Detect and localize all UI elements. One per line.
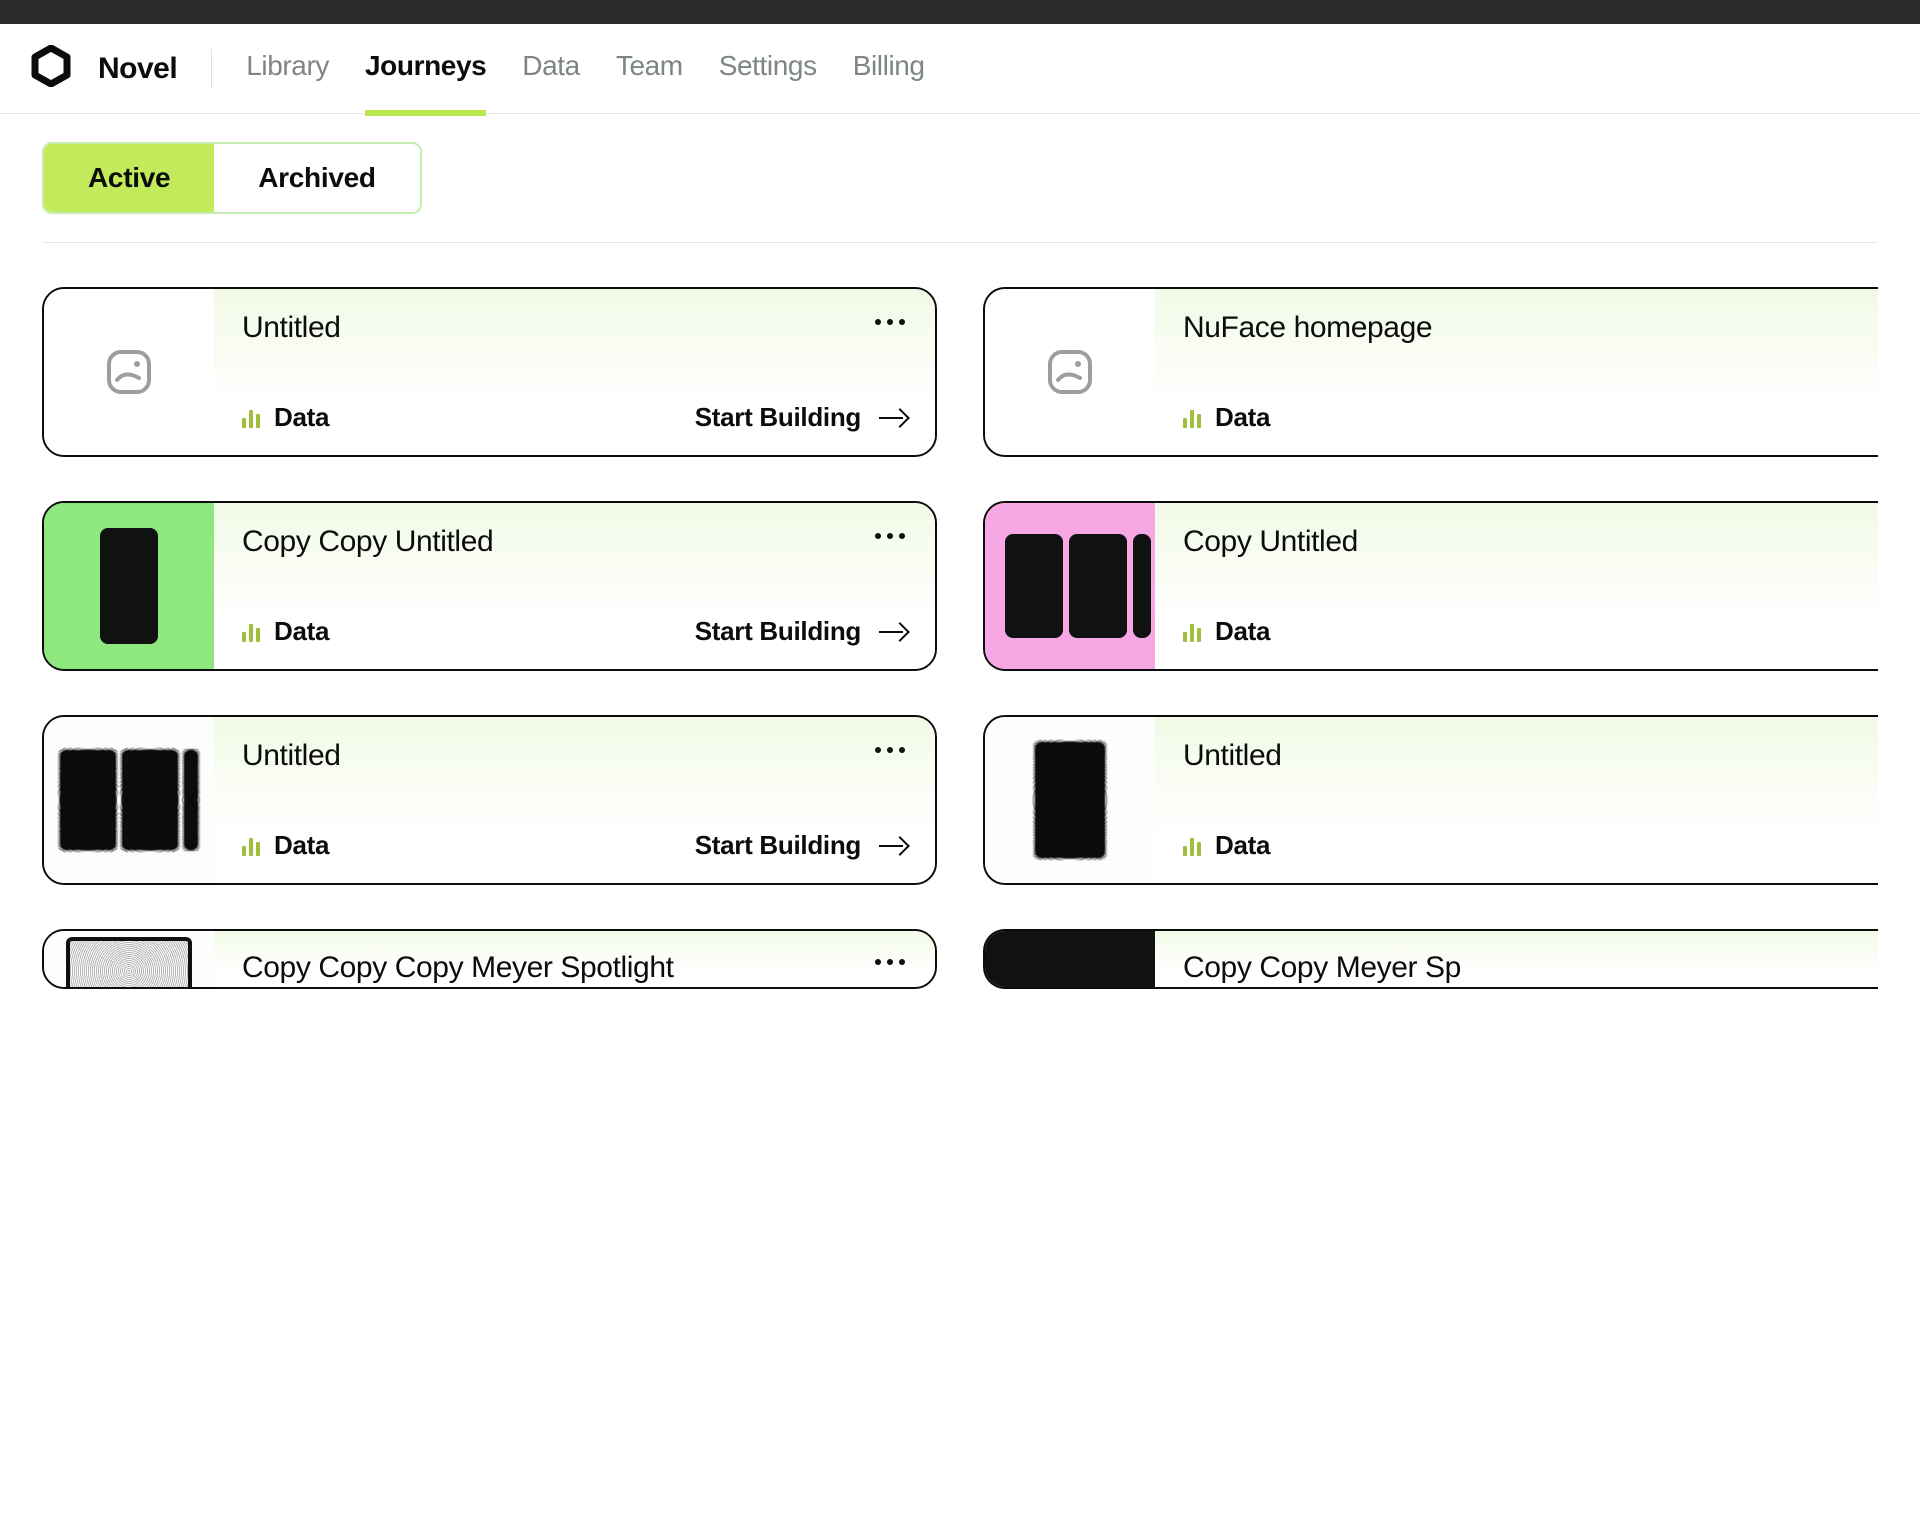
data-label: Data (1215, 402, 1270, 433)
data-label: Data (274, 830, 329, 861)
journey-title: Untitled (242, 311, 341, 345)
data-label: Data (1215, 616, 1270, 647)
nav-journeys[interactable]: Journeys (365, 50, 486, 88)
bars-icon (242, 408, 260, 428)
start-building-button[interactable]: Start Building (695, 830, 907, 861)
journey-thumbnail (985, 717, 1155, 883)
data-link[interactable]: Data (242, 830, 329, 861)
more-menu-button[interactable] (873, 739, 907, 761)
brand-block[interactable]: Novel (30, 45, 177, 92)
thumbnail-shape (1065, 937, 1087, 987)
journey-card[interactable]: Copy Copy Meyer Sp (983, 929, 1878, 989)
arrow-right-icon (879, 408, 907, 428)
journey-body: Copy Copy Untitled Data Start Building (214, 503, 935, 669)
more-menu-button[interactable] (873, 525, 907, 547)
journey-card[interactable]: Untitled Data Start Building (42, 287, 937, 457)
journey-card[interactable]: NuFace homepage Data Start Building (983, 287, 1878, 457)
thumbnail-shape (60, 750, 198, 850)
journey-body: Untitled Data Start Building (214, 289, 935, 455)
thumbnail-shape (1035, 742, 1105, 858)
tab-archived[interactable]: Archived (214, 144, 419, 212)
nav-library[interactable]: Library (246, 50, 329, 88)
data-link[interactable]: Data (1183, 830, 1270, 861)
journey-title: Copy Copy Meyer Sp (1183, 951, 1461, 985)
placeholder-icon (105, 348, 153, 396)
data-label: Data (274, 616, 329, 647)
bars-icon (1183, 622, 1201, 642)
journey-body: Untitled Data Start Building (1155, 717, 1878, 883)
data-link[interactable]: Data (1183, 616, 1270, 647)
journey-title: NuFace homepage (1183, 311, 1432, 345)
section-divider (42, 242, 1878, 243)
page-content: Active Archived Untitled Data (0, 114, 1920, 989)
journey-card[interactable]: Copy Copy Untitled Data Start Building (42, 501, 937, 671)
nav-settings[interactable]: Settings (719, 50, 817, 88)
more-menu-button[interactable] (873, 951, 907, 973)
journey-state-tabs: Active Archived (42, 142, 422, 214)
journey-body: Untitled Data Start Building (214, 717, 935, 883)
nav-separator (211, 49, 212, 89)
journey-body: Copy Copy Meyer Sp (1155, 931, 1878, 987)
start-building-label: Start Building (695, 616, 861, 647)
bars-icon (242, 622, 260, 642)
data-link[interactable]: Data (1183, 402, 1270, 433)
brand-name: Novel (98, 52, 177, 86)
data-link[interactable]: Data (242, 402, 329, 433)
bars-icon (1183, 836, 1201, 856)
journey-thumbnail (44, 503, 214, 669)
arrow-right-icon (879, 836, 907, 856)
journey-title: Copy Untitled (1183, 525, 1358, 559)
nav-links: Library Journeys Data Team Settings Bill… (246, 50, 924, 88)
start-building-button[interactable]: Start Building (695, 402, 907, 433)
journey-grid: Untitled Data Start Building (42, 287, 1878, 989)
journey-thumbnail (985, 503, 1155, 669)
nav-billing[interactable]: Billing (853, 50, 925, 88)
data-label: Data (274, 402, 329, 433)
journey-title: Untitled (1183, 739, 1282, 773)
journey-body: NuFace homepage Data Start Building (1155, 289, 1878, 455)
journey-card[interactable]: Copy Untitled Data Start Building (983, 501, 1878, 671)
nav-team[interactable]: Team (616, 50, 683, 88)
top-navigation: Novel Library Journeys Data Team Setting… (0, 24, 1920, 114)
bars-icon (242, 836, 260, 856)
journey-title: Copy Copy Untitled (242, 525, 493, 559)
nav-data[interactable]: Data (522, 50, 580, 88)
start-building-label: Start Building (695, 402, 861, 433)
logo-icon (30, 45, 72, 92)
thumbnail-shape (66, 937, 192, 987)
arrow-right-icon (879, 622, 907, 642)
start-building-label: Start Building (695, 830, 861, 861)
journey-title: Untitled (242, 739, 341, 773)
journey-body: Copy Untitled Data Start Building (1155, 503, 1878, 669)
data-link[interactable]: Data (242, 616, 329, 647)
thumbnail-shape (1005, 534, 1151, 638)
bars-icon (1183, 408, 1201, 428)
journey-card[interactable]: Untitled Data Start Building (983, 715, 1878, 885)
journey-thumbnail (44, 931, 214, 987)
journey-card[interactable]: Untitled Data Start Building (42, 715, 937, 885)
thumbnail-shape (100, 528, 158, 644)
journey-thumbnail (44, 289, 214, 455)
journey-body: Copy Copy Copy Meyer Spotlight (214, 931, 935, 987)
journey-thumbnail (985, 931, 1155, 987)
more-menu-button[interactable] (873, 311, 907, 333)
data-label: Data (1215, 830, 1270, 861)
journey-title: Copy Copy Copy Meyer Spotlight (242, 951, 674, 985)
journey-thumbnail (985, 289, 1155, 455)
start-building-button[interactable]: Start Building (695, 616, 907, 647)
journey-thumbnail (44, 717, 214, 883)
tab-active[interactable]: Active (44, 144, 214, 212)
journey-card[interactable]: Copy Copy Copy Meyer Spotlight (42, 929, 937, 989)
browser-chrome-bar (0, 0, 1920, 24)
placeholder-icon (1046, 348, 1094, 396)
